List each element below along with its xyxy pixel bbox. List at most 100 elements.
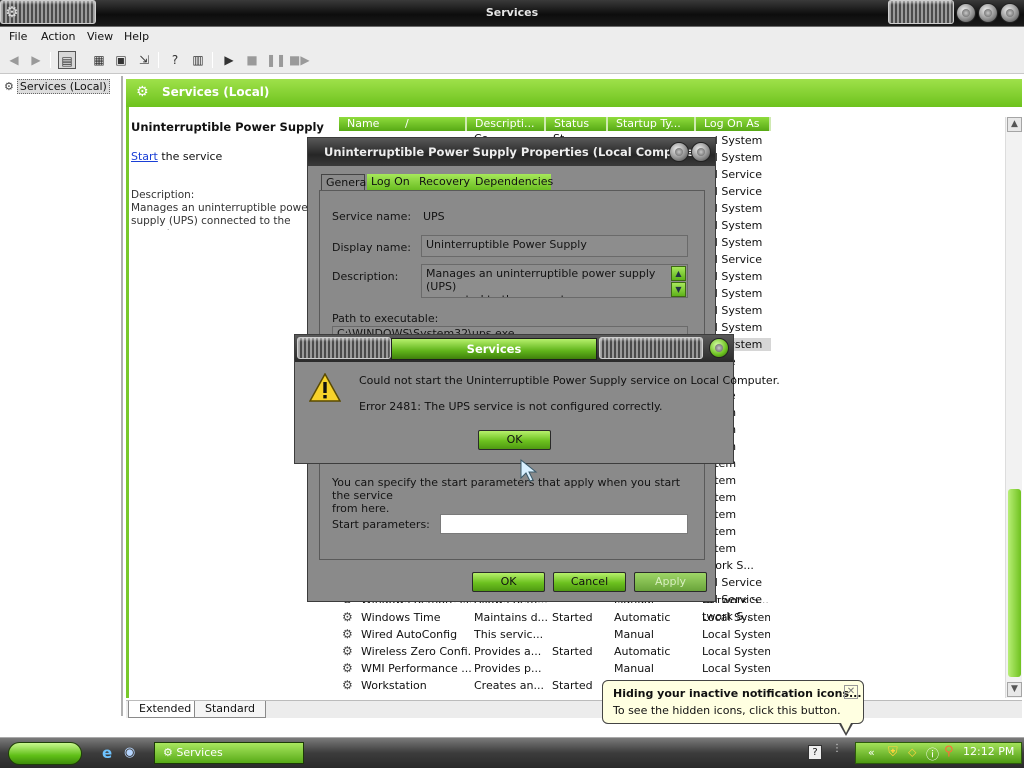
gear-icon: ⚙ bbox=[4, 80, 14, 93]
mouse-cursor-icon bbox=[520, 458, 538, 486]
export-list-icon[interactable]: ⇲ bbox=[135, 51, 153, 69]
scroll-down-arrow-icon[interactable]: ▼ bbox=[671, 282, 686, 297]
taskbar-button-services[interactable]: ⚙ Services bbox=[154, 742, 304, 764]
cell-startup-type: Automatic bbox=[614, 645, 671, 658]
selected-service-title: Uninterruptible Power Supply bbox=[131, 120, 324, 134]
security-shield-icon[interactable]: ⛨ bbox=[888, 745, 898, 760]
menu-view[interactable]: View bbox=[87, 30, 113, 43]
console-tree-icon[interactable]: ▥ bbox=[189, 51, 207, 69]
description-field[interactable]: Manages an uninterruptible power supply … bbox=[421, 264, 688, 298]
close-button[interactable] bbox=[691, 142, 711, 162]
cell-log-on-as: Local System bbox=[702, 645, 770, 658]
start-button[interactable] bbox=[8, 742, 82, 765]
scroll-up-arrow-icon[interactable]: ▲ bbox=[1007, 117, 1022, 132]
close-button[interactable] bbox=[1000, 3, 1020, 23]
titlebar-grille-right bbox=[888, 0, 954, 24]
window-titlebar[interactable]: ⚙ Services bbox=[0, 0, 1024, 27]
pane-header: ⚙ Services (Local) bbox=[126, 79, 1022, 107]
up-one-level-icon[interactable]: ▦ bbox=[90, 51, 108, 69]
start-service-link[interactable]: Start bbox=[131, 150, 158, 163]
play-icon[interactable]: ▶ bbox=[220, 51, 238, 69]
pause-icon[interactable]: ❚❚ bbox=[266, 51, 286, 69]
back-arrow-icon[interactable]: ◀ bbox=[5, 51, 23, 69]
close-icon[interactable]: ✕ bbox=[844, 685, 858, 699]
column-header-log-on-as[interactable]: Log On As bbox=[696, 117, 771, 131]
close-button[interactable] bbox=[709, 338, 729, 358]
tree-item-services-local[interactable]: ⚙ Services (Local) bbox=[4, 79, 110, 94]
sort-indicator-icon: / bbox=[404, 117, 409, 130]
start-parameters-label: Start parameters: bbox=[332, 518, 430, 531]
cell-name: Windows Time bbox=[361, 611, 441, 624]
help-icon[interactable]: ? bbox=[808, 745, 822, 760]
properties-icon[interactable]: ▣ bbox=[112, 51, 130, 69]
restart-icon[interactable]: ■▶ bbox=[289, 51, 310, 69]
maximize-button[interactable] bbox=[978, 3, 998, 23]
service-name-value: UPS bbox=[423, 210, 445, 223]
tree-item-label: Services (Local) bbox=[16, 79, 110, 94]
scroll-down-arrow-icon[interactable]: ▼ bbox=[1007, 682, 1022, 697]
display-name-field[interactable]: Uninterruptible Power Supply bbox=[421, 235, 688, 257]
cell-description: This servic... bbox=[474, 628, 544, 641]
quick-launch-icon[interactable]: ◉ bbox=[124, 745, 135, 760]
description-label: Description: bbox=[332, 270, 399, 283]
toolbar-separator bbox=[158, 52, 159, 68]
show-hidden-icons-button[interactable]: ⋮ bbox=[832, 743, 842, 754]
menu-action[interactable]: Action bbox=[41, 30, 75, 43]
help-icon[interactable]: ? bbox=[166, 51, 184, 69]
balloon-title: Hiding your inactive notification icons.… bbox=[613, 687, 862, 700]
tab-standard[interactable]: Standard bbox=[194, 701, 267, 718]
forward-arrow-icon[interactable]: ▶ bbox=[27, 51, 45, 69]
start-service-line: Start the service bbox=[131, 150, 222, 163]
properties-dialog-titlebar[interactable]: Uninterruptible Power Supply Properties … bbox=[308, 138, 715, 166]
cell-description: Provides p... bbox=[474, 662, 542, 675]
ok-button[interactable]: OK bbox=[478, 430, 551, 450]
column-header-status[interactable]: Status bbox=[546, 117, 608, 131]
cancel-button[interactable]: Cancel bbox=[553, 572, 626, 592]
apply-button[interactable]: Apply bbox=[634, 572, 707, 592]
ok-button[interactable]: OK bbox=[472, 572, 545, 592]
cell-description: Creates an... bbox=[474, 679, 544, 692]
titlebar-grille-right bbox=[599, 337, 703, 359]
display-name-label: Display name: bbox=[332, 241, 411, 254]
path-to-executable-label: Path to executable: bbox=[332, 312, 439, 325]
table-row[interactable]: ⚙ WMI Performance ... Provides p... Manual L… bbox=[340, 660, 770, 677]
toolbar-separator bbox=[50, 52, 51, 68]
cell-status: Started bbox=[552, 645, 593, 658]
start-parameters-input[interactable] bbox=[440, 514, 688, 534]
menu-help[interactable]: Help bbox=[124, 30, 149, 43]
tab-extended[interactable]: Extended bbox=[128, 701, 203, 718]
taskbar: e ◉ ⚙ Services ? ⋮ « ⛨ ⬦ ⓘ ⚲ 12:12 PM bbox=[0, 737, 1024, 768]
help-button[interactable] bbox=[669, 142, 689, 162]
stop-icon[interactable]: ■ bbox=[243, 51, 261, 69]
column-header-description[interactable]: Descripti... bbox=[467, 117, 546, 131]
error-dialog-titlebar[interactable]: Services bbox=[295, 335, 733, 362]
gear-icon: ⚙ bbox=[342, 661, 353, 675]
error-dialog-title: Services bbox=[391, 338, 597, 360]
show-hide-tree-icon[interactable]: ▤ bbox=[58, 51, 76, 69]
column-header-name[interactable]: Name / bbox=[339, 117, 467, 131]
tooltip-tail-fill bbox=[840, 721, 852, 733]
menu-file[interactable]: File bbox=[9, 30, 27, 43]
column-header-startup-type[interactable]: Startup Ty... bbox=[608, 117, 696, 131]
balloon-body: To see the hidden icons, click this butt… bbox=[613, 704, 841, 717]
scroll-up-arrow-icon[interactable]: ▲ bbox=[671, 266, 686, 281]
list-scrollbar[interactable]: ▲ ▼ bbox=[1005, 117, 1022, 698]
table-row[interactable]: ⚙ Wireless Zero Confi... Provides a... Star… bbox=[340, 643, 770, 660]
table-row[interactable]: ⚙ Wired AutoConfig This servic... Manual Loc… bbox=[340, 626, 770, 643]
minimize-button[interactable] bbox=[956, 3, 976, 23]
cell-description: Maintains d... bbox=[474, 611, 549, 624]
table-row[interactable]: ⚙ Windows Time Maintains d... Started Automa… bbox=[340, 609, 770, 626]
notification-balloon[interactable]: Hiding your inactive notification icons.… bbox=[602, 680, 864, 724]
search-icon[interactable]: ⚲ bbox=[944, 744, 954, 759]
error-detail: Error 2481: The UPS service is not confi… bbox=[359, 400, 663, 413]
info-icon[interactable]: ⓘ bbox=[926, 744, 939, 763]
tray-chevron-icon[interactable]: « bbox=[868, 746, 875, 759]
cell-name: Workstation bbox=[361, 679, 427, 692]
clock[interactable]: 12:12 PM bbox=[963, 745, 1014, 758]
properties-dialog-title: Uninterruptible Power Supply Properties … bbox=[324, 145, 705, 159]
taskbar-button-label: Services bbox=[176, 746, 223, 759]
scrollbar-thumb[interactable] bbox=[1008, 489, 1021, 677]
internet-explorer-icon[interactable]: e bbox=[102, 744, 112, 762]
gear-icon: ⚙ bbox=[342, 678, 353, 692]
network-icon[interactable]: ⬦ bbox=[908, 745, 916, 760]
